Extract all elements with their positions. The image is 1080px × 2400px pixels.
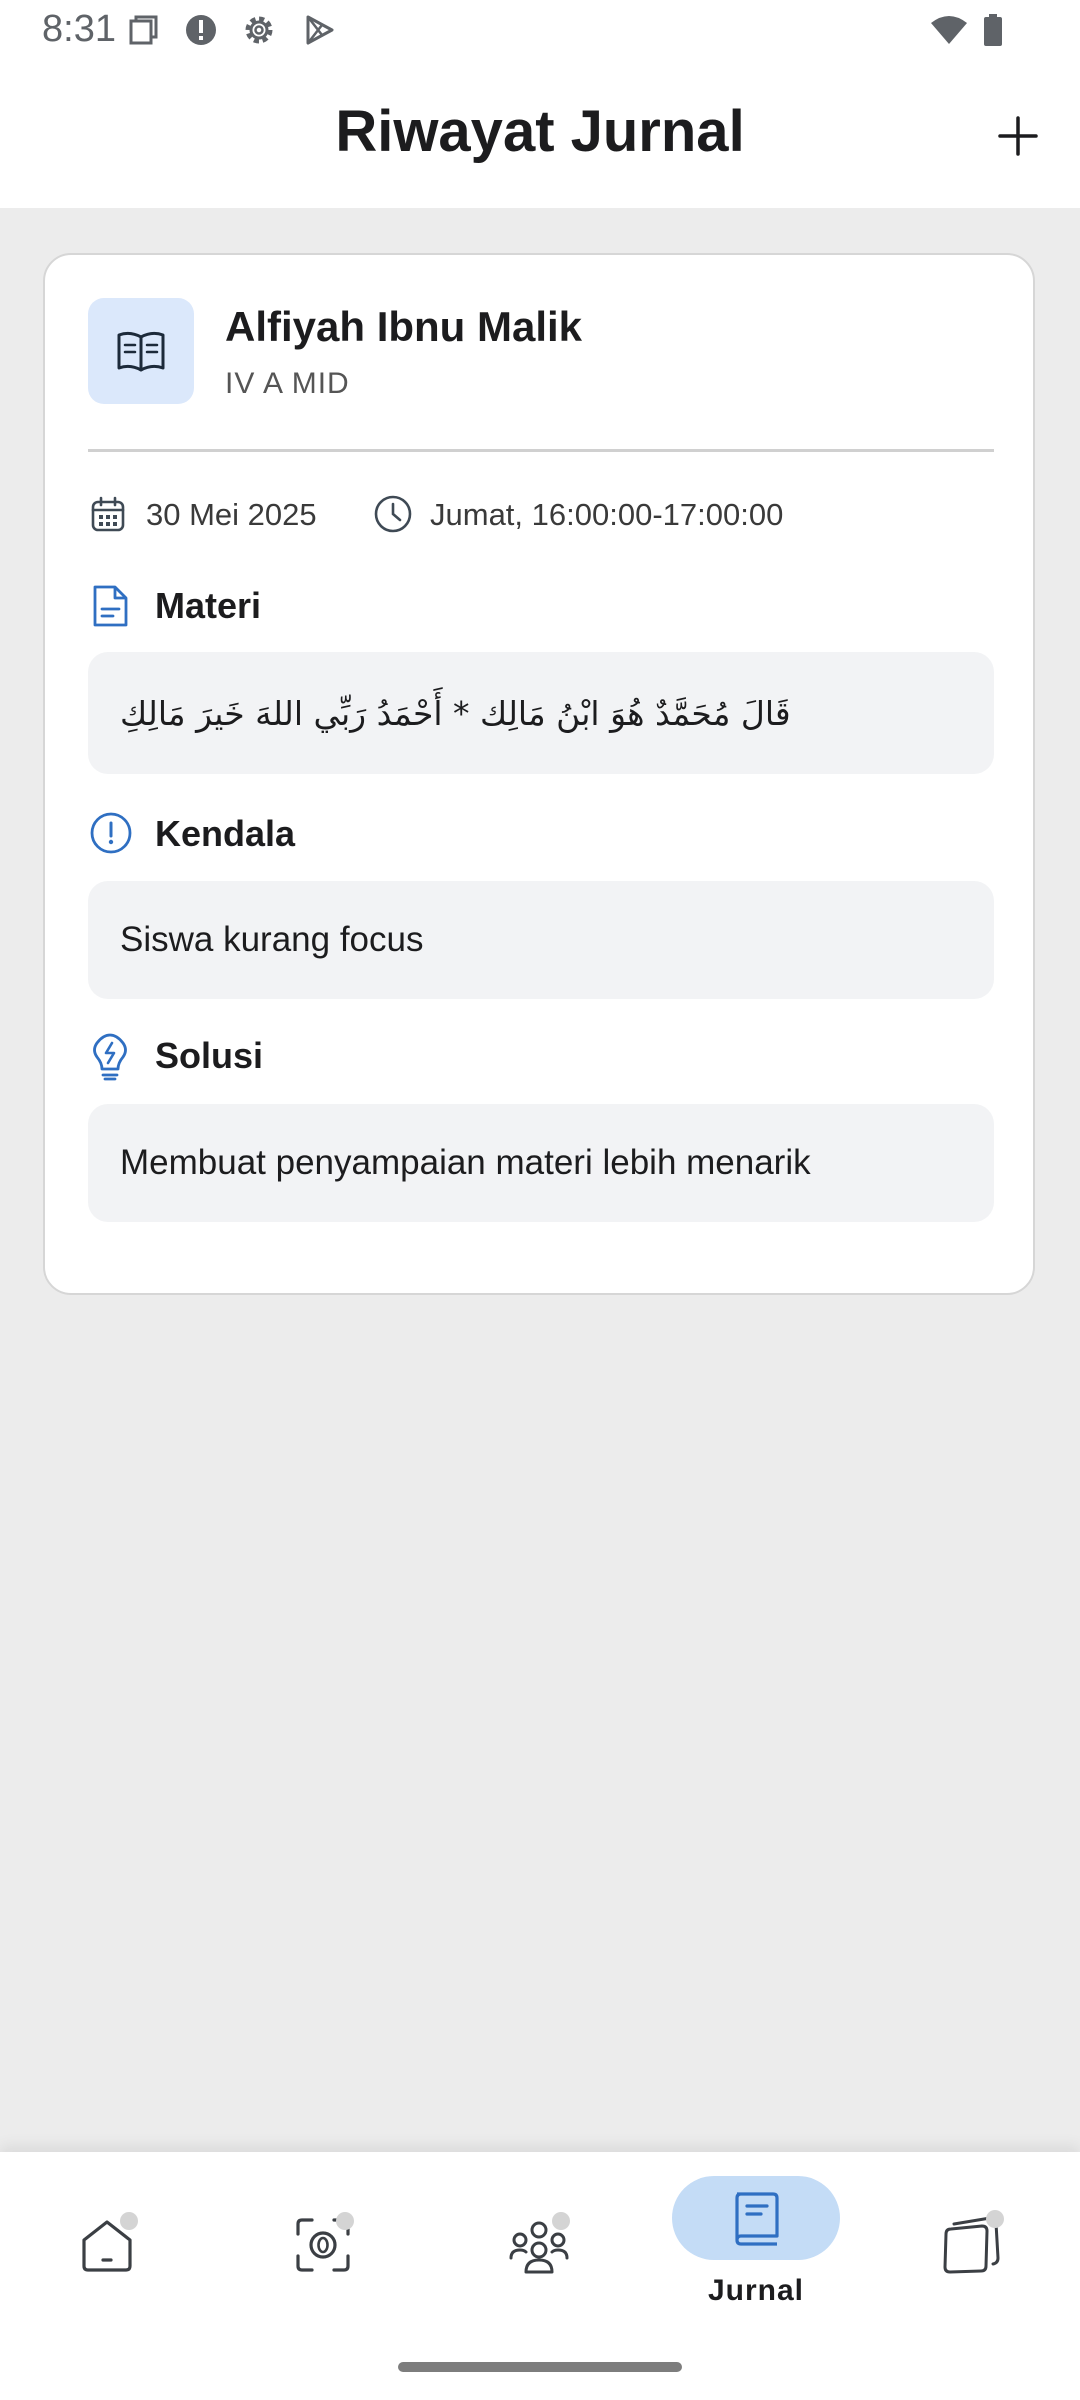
add-icon[interactable] bbox=[990, 108, 1046, 164]
divider bbox=[88, 449, 994, 452]
nav-item-scan[interactable] bbox=[216, 2152, 432, 2352]
materi-content: قَالَ مُحَمَّدٌ هُوَ ابْنُ مَالِك * أَحْ… bbox=[88, 652, 994, 774]
kendala-title: Kendala bbox=[155, 813, 296, 854]
journal-card[interactable]: Alfiyah Ibnu Malik IV A MID 30 Mei 2025 … bbox=[43, 253, 1035, 1295]
notification-dot bbox=[986, 2210, 1004, 2228]
alert-icon bbox=[186, 15, 216, 45]
page-title: Riwayat Jurnal bbox=[335, 99, 745, 164]
nav-item-jurnal[interactable]: Jurnal bbox=[672, 2274, 840, 2308]
subject-icon-box bbox=[88, 298, 194, 404]
notification-dot bbox=[552, 2212, 570, 2230]
journal-schedule: Jumat, 16:00:00-17:00:00 bbox=[430, 497, 784, 532]
notification-dot bbox=[120, 2212, 138, 2230]
calendar-icon bbox=[91, 496, 125, 532]
gesture-bar bbox=[398, 2362, 682, 2372]
notification-dot bbox=[336, 2212, 354, 2230]
journal-icon bbox=[735, 2192, 779, 2246]
status-bar: 8:31 bbox=[0, 0, 1080, 62]
document-icon bbox=[93, 585, 128, 627]
lightbulb-icon bbox=[93, 1033, 127, 1081]
solusi-text: Membuat penyampaian materi lebih menarik bbox=[120, 1143, 811, 1182]
materi-text: قَالَ مُحَمَّدٌ هُوَ ابْنُ مَالِك * أَحْ… bbox=[120, 693, 791, 733]
nav-item-group[interactable] bbox=[432, 2152, 648, 2352]
class-name: IV A MID bbox=[225, 367, 350, 400]
status-time: 8:31 bbox=[42, 8, 116, 50]
nav-item-home[interactable] bbox=[0, 2152, 216, 2352]
screen-record-icon bbox=[129, 15, 158, 45]
kendala-content: Siswa kurang focus bbox=[88, 881, 994, 999]
clock-icon bbox=[374, 495, 412, 533]
wifi-icon bbox=[931, 16, 967, 44]
play-store-icon bbox=[306, 15, 334, 45]
book-open-icon bbox=[117, 331, 165, 372]
app-bar: Riwayat Jurnal bbox=[0, 62, 1080, 208]
nav-item-cards[interactable] bbox=[864, 2152, 1080, 2352]
warning-circle-icon bbox=[90, 812, 132, 854]
materi-title: Materi bbox=[155, 585, 262, 626]
subject-name: Alfiyah Ibnu Malik bbox=[225, 303, 583, 350]
battery-icon bbox=[984, 14, 1002, 46]
solusi-title: Solusi bbox=[155, 1035, 264, 1076]
settings-icon bbox=[245, 16, 273, 44]
journal-date: 30 Mei 2025 bbox=[146, 497, 317, 532]
kendala-text: Siswa kurang focus bbox=[120, 920, 424, 959]
solusi-content: Membuat penyampaian materi lebih menarik bbox=[88, 1104, 994, 1222]
